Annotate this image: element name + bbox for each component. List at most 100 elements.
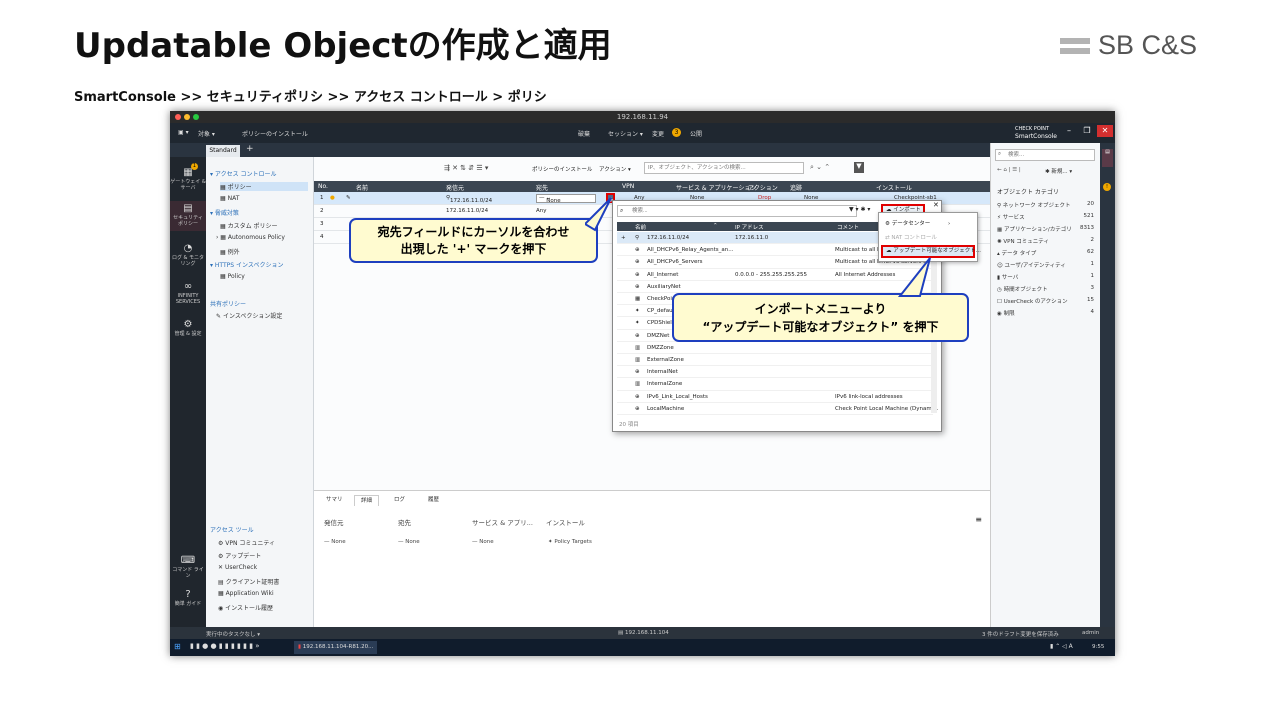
tab-logs[interactable]: ログ [388,495,411,506]
nav-exceptions[interactable]: ▦ 例外 [220,247,240,256]
picker-row[interactable]: ▥ InternalZone [617,378,933,391]
category-users[interactable]: ☺ ユーザ/アイデンティティ [997,261,1066,269]
tool-usercheck[interactable]: ✕ UserCheck [218,564,257,571]
picker-row[interactable]: ⊕ LocalMachine Check Point Local Machine (… [617,403,938,415]
windows-start-icon[interactable]: ⊞ [174,642,181,651]
category-limits[interactable]: ◉ 制限 [997,309,1015,317]
category-usercheck-actions[interactable]: ☐ UserCheck のアクション [997,297,1068,305]
publish-button[interactable]: 公開 [690,129,702,138]
tab-details[interactable]: 詳細 [354,495,380,506]
filter-icon[interactable]: ▼ ▾ ✱ ▾ [849,206,870,213]
nav-nat[interactable]: ▦ NAT [220,195,239,202]
tray-icons[interactable]: ▮ ⌃ ◁ A [1050,643,1073,650]
picker-row[interactable]: ⊕ IPv6_Link_Local_Hosts IPv6 link-local ad… [617,391,933,403]
grid-actions-menu[interactable]: アクション ▾ [599,165,631,173]
rail-logs[interactable]: ◔ ログ & モニタリング [170,243,206,267]
policy-nav-panel: ▾ アクセス コントロール ▦ ポリシー ▦ NAT ▾ 脅威対策 ▦ カスタム… [206,157,314,642]
sort-icon[interactable]: ⌃ [713,223,718,229]
edit-icon[interactable]: ✎ [346,195,351,201]
validations-icon[interactable]: ! [1103,183,1111,191]
nav-access-control[interactable]: ▾ アクセス コントロール [210,169,277,178]
callout-2-line2: “アップデート可能なオブジェクト” を押下 [702,320,939,334]
object-name: DMZZone [647,344,674,351]
rail-infinity[interactable]: ∞ INFINITY SERVICES [170,281,206,305]
discard-button[interactable]: 破棄 [578,129,590,138]
menu-icon[interactable]: ▣ ▾ [178,129,189,136]
nav-autonomous-policy[interactable]: › ▦ Autonomous Policy [216,234,285,241]
nav-custom-policy[interactable]: ▦ カスタム ポリシー [220,221,278,230]
object-nav-icons[interactable]: ← ⌂ | ☰ | [997,167,1021,173]
tool-vpn-community[interactable]: ⚙ VPN コミュニティ [218,538,275,547]
category-servers[interactable]: ▮ サーバ [997,273,1018,281]
nav-policy[interactable]: ▦ ポリシー [220,182,308,191]
search-nav-icons[interactable]: ⌕ ⌄ ⌃ [810,163,830,172]
rail-help[interactable]: ? 簡単 ガイド [170,589,206,607]
object-ip: 0.0.0.0 - 255.255.255.255 [735,271,807,278]
category-count: 521 [1083,213,1095,219]
tab-standard[interactable]: Standard [206,145,240,157]
category-time-objects[interactable]: ◷ 時間オブジェクト [997,285,1048,293]
rail-manage-label: 管理 & 設定 [174,331,202,337]
restore-icon[interactable]: ❐ [1079,125,1095,137]
tool-install-history[interactable]: ◉ インストール履歴 [218,603,273,612]
category-label: サービス [1002,215,1025,221]
menu-data-center[interactable]: ⚙ データセンター › [885,219,950,227]
picker-row[interactable]: ⊕ All_Internet 0.0.0.0 - 255.255.255.255 Al… [617,269,933,281]
nav-https-policy[interactable]: ▦ Policy [220,273,245,280]
picker-row[interactable]: ▥ DMZZone [617,342,933,354]
col-track: 追跡 [790,185,803,192]
category-label: UserCheck のアクション [1003,299,1068,305]
close-dot-icon[interactable] [175,114,181,120]
objects-menu[interactable]: 対象 ▾ [198,129,215,138]
picker-row[interactable]: ⊕ AuxiliaryNet [617,281,933,293]
category-applications[interactable]: ▦ アプリケーション/カテゴリ [997,225,1072,233]
rule-grid-header: No. 名前 発信元 宛先 VPN サービス & アプリケーション アクション … [314,181,990,192]
rail-gateways[interactable]: ▦ ゲートウェイ & サーバ [170,167,206,191]
add-tab-icon[interactable]: + [246,144,254,154]
category-services[interactable]: ⚡ サービス [997,213,1025,221]
main-toolbar: ▣ ▾ 対象 ▾ ポリシーのインストール 破棄 セッション ▾ 変更 3 公開 … [170,123,1115,143]
minimize-dot-icon[interactable] [184,114,190,120]
nav-inspection-settings[interactable]: ✎ インスペクション設定 [216,311,282,320]
add-object-icon[interactable]: + [621,235,626,241]
rail-command-line[interactable]: ⌨ コマンド ライン [170,555,206,579]
taskbar-item-label: 192.168.11.104-R81.20... [302,644,374,650]
rail-manage[interactable]: ⚙ 管理 & 設定 [170,319,206,337]
install-policy-button[interactable]: ポリシーのインストール [242,129,308,138]
grid-tools-icons[interactable]: ⇶ ✕ ⇅ ⇵ ☰ ▾ [444,164,488,172]
rail-security-policies[interactable]: ▤ セキュリティ ポリシー [170,201,206,231]
rule-search-input[interactable] [644,162,804,174]
taskbar-app-icons[interactable]: ▮ ▮ ● ● ▮ ▮ ▮ ▮ ▮ ▮ » [190,642,260,650]
nav-https-inspection[interactable]: ▾ HTTPS インスペクション [210,260,283,269]
picker-search-input[interactable] [617,205,857,217]
category-network-objects[interactable]: ⚲ ネットワーク オブジェクト [997,201,1095,209]
task-status[interactable]: 実行中のタスクなし ▾ [206,630,260,638]
nav-threat-prevention[interactable]: ▾ 脅威対策 [210,208,239,217]
picker-close-icon[interactable]: ✕ [933,201,939,209]
object-name: ExternalZone [647,357,684,363]
tool-client-certs[interactable]: ▤ クライアント証明書 [218,577,279,586]
minimize-icon[interactable]: – [1061,125,1077,137]
object-search-input[interactable] [995,149,1095,161]
tool-updates[interactable]: ⚙ アップデート [218,551,261,560]
picker-row[interactable]: ⊕ InternalNet [617,366,933,379]
new-object-button[interactable]: ✱ 新規... ▾ [1045,167,1072,175]
tool-vpn-label: VPN コミュニティ [225,540,276,547]
picker-row[interactable]: ▥ ExternalZone [617,354,933,367]
nav-https-label: HTTPS インスペクション [214,262,284,269]
details-menu-icon[interactable]: ≡ [975,515,982,524]
category-data-types[interactable]: ▴ データ タイプ [997,249,1036,257]
tab-history[interactable]: 履歴 [422,495,445,506]
close-icon[interactable]: ✕ [1097,125,1113,137]
session-menu[interactable]: セッション ▾ [608,129,643,138]
taskbar-item-remote[interactable]: ▮ 192.168.11.104-R81.20... [294,641,378,654]
category-vpn-communities[interactable]: ✺ VPN コミュニティ [997,237,1049,245]
rule-source[interactable]: ⚲ 172.16.11.0/24 [446,195,492,204]
changes-button[interactable]: 変更 [652,129,664,138]
tool-application-wiki[interactable]: ▦ Application Wiki [218,590,274,597]
zoom-dot-icon[interactable] [193,114,199,120]
objects-rail-tab-icon[interactable]: ▤ [1102,149,1113,167]
filter-icon[interactable]: ▼ [854,162,864,173]
tab-summary[interactable]: サマリ [320,495,349,506]
grid-install-policy-button[interactable]: ポリシーのインストール [532,165,592,173]
